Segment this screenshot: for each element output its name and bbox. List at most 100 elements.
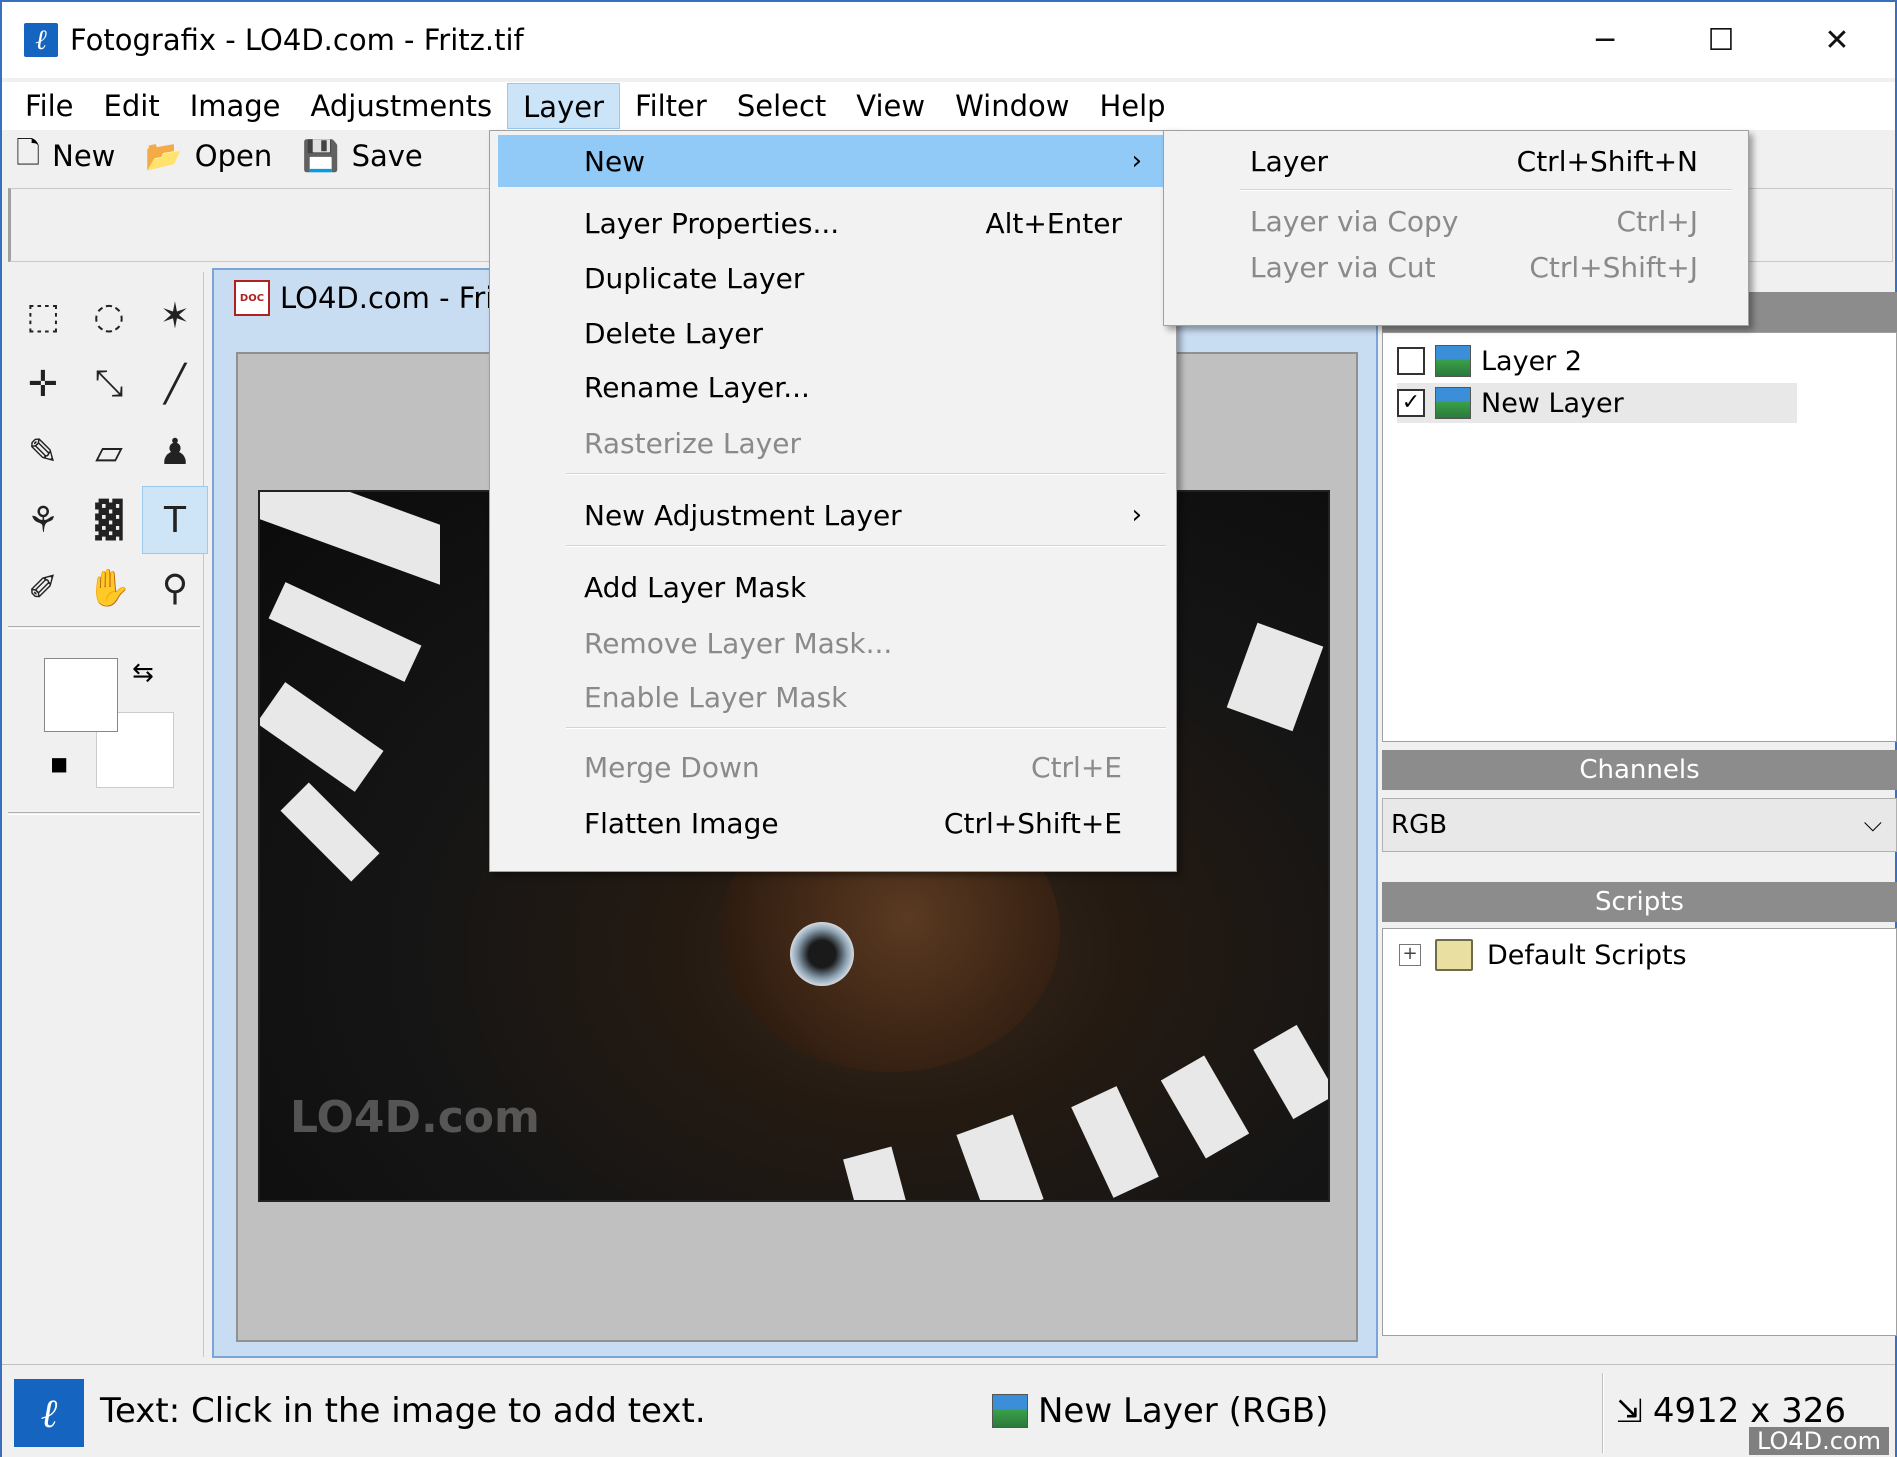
photo-stripe [843, 1146, 907, 1200]
menu-item-shortcut: Alt+Enter [985, 206, 1122, 240]
hand-tool-icon[interactable]: ✋ [76, 554, 142, 622]
menu-item-merge-down[interactable]: Merge Down Ctrl+E [498, 741, 1168, 793]
menu-item-label: Layer Properties... [584, 206, 840, 240]
menu-item-label: Rename Layer... [584, 370, 810, 404]
menu-item-enable-layer-mask[interactable]: Enable Layer Mask [498, 671, 1168, 723]
scripts-panel: + Default Scripts [1382, 928, 1897, 1336]
rect-select-icon[interactable]: ⬚ [10, 282, 76, 350]
menu-item-new-adjustment-layer[interactable]: New Adjustment Layer › [498, 489, 1168, 541]
layer-menu-dropdown: New › Layer Properties... Alt+Enter Duplicat… [489, 130, 1177, 872]
menu-item-delete-layer[interactable]: Delete Layer [498, 307, 1168, 359]
window-controls: ─ ☐ ✕ [1547, 2, 1895, 78]
photo-stripe [1071, 1086, 1159, 1198]
photo-stripe [268, 582, 422, 682]
menu-item-remove-layer-mask[interactable]: Remove Layer Mask... [498, 617, 1168, 669]
status-bar: ℓ Text: Click in the image to add text. … [2, 1364, 1895, 1457]
menu-item-label: Enable Layer Mask [584, 680, 848, 714]
photo-stripe [956, 1114, 1044, 1200]
menu-window[interactable]: Window [940, 83, 1084, 129]
menu-select[interactable]: Select [722, 83, 841, 129]
layer-row-new-layer[interactable]: ✓ New Layer [1397, 383, 1797, 423]
menu-item-layer-properties[interactable]: Layer Properties... Alt+Enter [498, 197, 1168, 249]
menu-separator [566, 473, 1166, 475]
maximize-button[interactable]: ☐ [1663, 2, 1779, 78]
status-layer-text: New Layer (RGB) [1038, 1391, 1329, 1431]
layer-row-layer-2[interactable]: Layer 2 [1397, 341, 1582, 381]
channels-select[interactable]: RGB ⌵ [1382, 798, 1897, 852]
submenu-item-shortcut: Ctrl+Shift+J [1529, 251, 1698, 284]
window-title: Fotografix - LO4D.com - Fritz.tif [70, 23, 524, 57]
photo-stripe [260, 492, 440, 585]
eyedropper-icon[interactable]: ✐ [10, 554, 76, 622]
new-button-label: New [52, 139, 116, 173]
save-button[interactable]: 💾 Save [302, 139, 423, 174]
photo-watermark: LO4D.com [290, 1092, 540, 1143]
scripts-panel-header: Scripts [1382, 882, 1897, 922]
submenu-arrow-icon: › [1131, 146, 1142, 176]
document-icon: DOC [234, 280, 270, 316]
photo-stripe [1253, 1024, 1328, 1120]
ruler-icon[interactable]: ╱ [142, 350, 208, 418]
menu-item-label: New Adjustment Layer [584, 498, 902, 532]
submenu-item-layer[interactable]: Layer Ctrl+Shift+N [1164, 135, 1748, 187]
magic-wand-icon[interactable]: ✶ [142, 282, 208, 350]
menu-item-rename-layer[interactable]: Rename Layer... [498, 361, 1168, 413]
menu-bar: File Edit Image Adjustments Layer Filter… [2, 82, 1895, 130]
close-button[interactable]: ✕ [1779, 2, 1895, 78]
menu-item-duplicate-layer[interactable]: Duplicate Layer [498, 252, 1168, 304]
brush-icon[interactable]: ✎ [10, 418, 76, 486]
menu-item-label: Add Layer Mask [584, 570, 807, 604]
menu-help[interactable]: Help [1084, 83, 1180, 129]
menu-adjustments[interactable]: Adjustments [296, 83, 508, 129]
menu-item-label: Duplicate Layer [584, 261, 805, 295]
photo-stripe [280, 782, 380, 882]
menu-item-rasterize-layer[interactable]: Rasterize Layer [498, 417, 1168, 469]
clone-stamp-icon[interactable]: ♟ [142, 418, 208, 486]
eraser-icon[interactable]: ▱ [76, 418, 142, 486]
status-size: ⇲ 4912 x 326 [1616, 1391, 1846, 1431]
ellipse-select-icon[interactable]: ◌ [76, 282, 142, 350]
gradient-icon[interactable]: ▓ [76, 486, 142, 554]
status-size-text: 4912 x 326 [1652, 1391, 1846, 1431]
menu-image[interactable]: Image [175, 83, 296, 129]
menu-item-add-layer-mask[interactable]: Add Layer Mask [498, 561, 1168, 613]
menu-item-label: Delete Layer [584, 316, 763, 350]
minimize-button[interactable]: ─ [1547, 2, 1663, 78]
text-tool-icon[interactable]: T [142, 486, 208, 554]
new-button[interactable]: 🗋 New [16, 131, 115, 182]
menu-edit[interactable]: Edit [89, 83, 175, 129]
menu-filter[interactable]: Filter [620, 83, 722, 129]
move-tool-icon[interactable]: ✛ [10, 350, 76, 418]
open-button[interactable]: 📂 Open [145, 139, 272, 174]
submenu-item-layer-via-cut[interactable]: Layer via Cut Ctrl+Shift+J [1164, 241, 1748, 293]
menu-view[interactable]: View [841, 83, 940, 129]
cat-eye [790, 922, 854, 986]
menu-item-new[interactable]: New › [498, 135, 1168, 187]
layer-visibility-checkbox[interactable]: ✓ [1397, 389, 1425, 417]
status-divider [1602, 1373, 1604, 1453]
menu-item-flatten-image[interactable]: Flatten Image Ctrl+Shift+E [498, 797, 1168, 849]
reset-colors-icon[interactable]: ◼ [50, 752, 68, 777]
swap-colors-icon[interactable]: ⇆ [132, 658, 154, 688]
menu-layer[interactable]: Layer [507, 83, 620, 129]
menu-item-label: Remove Layer Mask... [584, 626, 893, 660]
text-tool-status-icon: ℓ [14, 1379, 84, 1447]
submenu-item-shortcut: Ctrl+J [1616, 205, 1698, 238]
crop-tool-icon[interactable]: ⤡ [76, 350, 142, 418]
channels-selected-value: RGB [1391, 810, 1448, 840]
open-button-label: Open [194, 139, 273, 173]
menu-separator [566, 727, 1166, 729]
expand-icon[interactable]: + [1399, 944, 1421, 966]
script-folder-row[interactable]: + Default Scripts [1399, 939, 1687, 971]
submenu-item-layer-via-copy[interactable]: Layer via Copy Ctrl+J [1164, 195, 1748, 247]
foreground-color-swatch[interactable] [44, 658, 118, 732]
submenu-item-label: Layer via Copy [1250, 205, 1459, 238]
chevron-down-icon: ⌵ [1863, 809, 1882, 837]
paint-bucket-icon[interactable]: ⚘ [10, 486, 76, 554]
document-title: LO4D.com - Fri [280, 281, 494, 315]
layer-visibility-checkbox[interactable] [1397, 347, 1425, 375]
document-title-bar: DOC LO4D.com - Fri [234, 280, 493, 316]
menu-file[interactable]: File [10, 83, 89, 129]
new-document-icon: 🗋 [16, 135, 41, 171]
zoom-tool-icon[interactable]: ⚲ [142, 554, 208, 622]
